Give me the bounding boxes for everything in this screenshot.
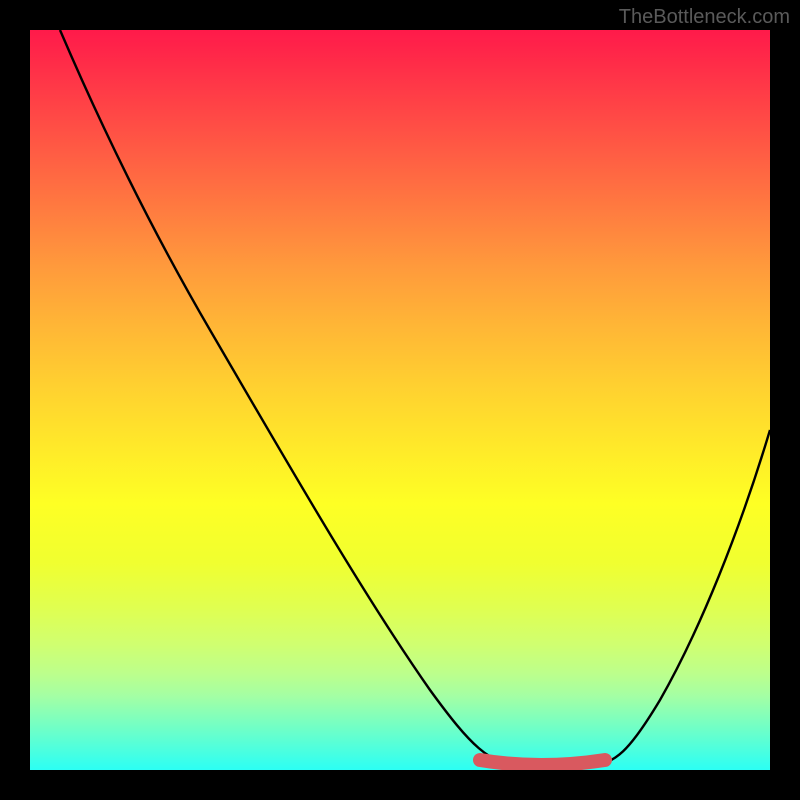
bottleneck-curve-line [60,30,770,765]
watermark-text: TheBottleneck.com [619,6,790,29]
chart-plot-area [30,30,770,770]
chart-svg [30,30,770,770]
optimal-range-highlight [480,760,605,765]
